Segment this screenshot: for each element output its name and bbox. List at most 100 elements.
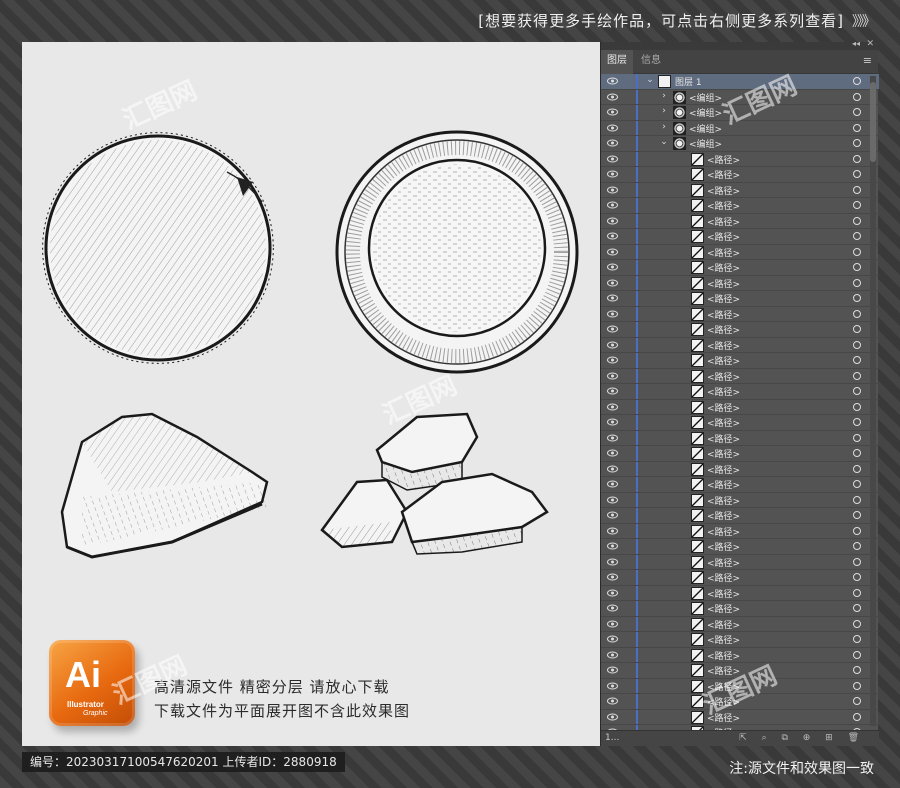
path-row[interactable]: <路径> [601,492,879,508]
target-circle-icon[interactable] [853,371,861,380]
target-circle-icon[interactable] [853,108,861,116]
visibility-eye-icon[interactable] [607,603,618,613]
visibility-eye-icon[interactable] [607,665,618,675]
path-row[interactable]: <路径> [601,384,879,400]
target-circle-icon[interactable] [853,418,861,426]
visibility-eye-icon[interactable] [607,634,618,644]
path-row[interactable]: <路径> [601,151,879,167]
path-row[interactable]: <路径> [601,275,879,291]
visibility-eye-icon[interactable] [607,293,618,303]
target-circle-icon[interactable] [853,309,861,318]
group-row[interactable]: › <编组> [601,120,879,136]
visibility-eye-icon[interactable] [607,340,618,350]
path-row[interactable]: <路径> [601,446,879,462]
target-circle-icon[interactable] [853,77,861,85]
visibility-eye-icon[interactable] [607,216,618,226]
visibility-eye-icon[interactable] [607,231,618,241]
path-row[interactable]: <路径> [601,353,879,369]
path-row[interactable]: <路径> [601,461,879,477]
panel-scrollbar[interactable] [870,76,876,726]
visibility-eye-icon[interactable] [607,386,618,396]
target-circle-icon[interactable] [853,433,861,442]
path-row[interactable]: <路径> [601,260,879,276]
target-circle-icon[interactable] [853,449,861,457]
path-row[interactable]: <路径> [601,167,879,183]
visibility-eye-icon[interactable] [607,619,618,629]
path-row[interactable]: <路径> [601,694,879,710]
visibility-eye-icon[interactable] [607,510,618,520]
target-circle-icon[interactable] [853,588,861,597]
path-row[interactable]: <路径> [601,306,879,322]
target-circle-icon[interactable] [853,681,861,690]
target-circle-icon[interactable] [853,216,861,225]
visibility-eye-icon[interactable] [607,541,618,551]
visibility-eye-icon[interactable] [607,448,618,458]
path-row[interactable]: <路径> [601,570,879,586]
layer-row[interactable]: ⌄ 图层 1 [601,74,879,90]
target-circle-icon[interactable] [853,201,861,209]
target-circle-icon[interactable] [853,294,861,302]
target-circle-icon[interactable] [853,139,861,147]
target-circle-icon[interactable] [853,712,861,721]
visibility-eye-icon[interactable] [607,650,618,660]
visibility-eye-icon[interactable] [607,417,618,427]
target-circle-icon[interactable] [853,402,861,411]
visibility-eye-icon[interactable] [607,479,618,489]
target-circle-icon[interactable] [853,92,861,101]
visibility-eye-icon[interactable] [607,371,618,381]
path-row[interactable]: <路径> [601,430,879,446]
target-circle-icon[interactable] [853,325,861,333]
visibility-eye-icon[interactable] [607,107,618,117]
target-circle-icon[interactable] [853,666,861,674]
path-row[interactable]: <路径> [601,554,879,570]
chevron-down-icon[interactable]: ⌄ [645,75,655,85]
visibility-eye-icon[interactable] [607,123,618,133]
banner-arrows-icon[interactable]: 》》》 [852,14,876,30]
path-row[interactable]: <路径> [601,678,879,694]
chevron-right-icon[interactable]: › [659,91,669,101]
path-row[interactable]: <路径> [601,601,879,617]
path-row[interactable]: <路径> [601,291,879,307]
path-row[interactable]: <路径> [601,399,879,415]
visibility-eye-icon[interactable] [607,309,618,319]
visibility-eye-icon[interactable] [607,526,618,536]
target-circle-icon[interactable] [853,542,861,550]
target-circle-icon[interactable] [853,697,861,705]
target-circle-icon[interactable] [853,526,861,535]
visibility-eye-icon[interactable] [607,169,618,179]
chevron-right-icon[interactable]: › [659,106,669,116]
visibility-eye-icon[interactable] [607,154,618,164]
path-row[interactable]: <路径> [601,182,879,198]
visibility-eye-icon[interactable] [607,588,618,598]
visibility-eye-icon[interactable] [607,696,618,706]
target-circle-icon[interactable] [853,356,861,364]
target-circle-icon[interactable] [853,573,861,581]
target-circle-icon[interactable] [853,650,861,659]
target-circle-icon[interactable] [853,495,861,504]
target-circle-icon[interactable] [853,619,861,628]
visibility-eye-icon[interactable] [607,247,618,257]
path-row[interactable]: <路径> [601,523,879,539]
target-circle-icon[interactable] [853,464,861,473]
scrollbar-thumb[interactable] [870,82,876,162]
visibility-eye-icon[interactable] [607,278,618,288]
group-row[interactable]: ⌄ <编组> [601,136,879,152]
path-row[interactable]: <路径> [601,368,879,384]
path-row[interactable]: <路径> [601,477,879,493]
target-circle-icon[interactable] [853,154,861,163]
target-circle-icon[interactable] [853,387,861,395]
chevron-down-icon[interactable]: ⌄ [659,137,669,147]
visibility-eye-icon[interactable] [607,681,618,691]
panel-menu-icon[interactable]: ≡ [863,54,872,67]
visibility-eye-icon[interactable] [607,76,618,86]
target-circle-icon[interactable] [853,247,861,256]
target-circle-icon[interactable] [853,185,861,194]
visibility-eye-icon[interactable] [607,557,618,567]
target-circle-icon[interactable] [853,263,861,271]
visibility-eye-icon[interactable] [607,138,618,148]
visibility-eye-icon[interactable] [607,262,618,272]
visibility-eye-icon[interactable] [607,185,618,195]
path-row[interactable]: <路径> [601,616,879,632]
target-circle-icon[interactable] [853,123,861,132]
path-row[interactable]: <路径> [601,337,879,353]
